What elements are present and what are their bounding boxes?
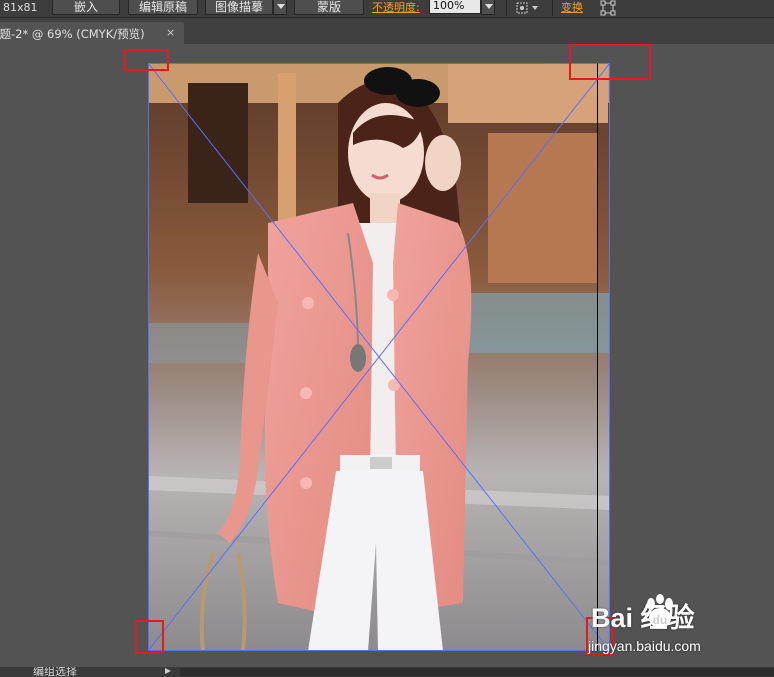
close-icon[interactable]: ×: [166, 26, 175, 39]
horizontal-scrollbar[interactable]: [180, 668, 774, 676]
baidu-paw-icon: du: [647, 594, 673, 628]
baidu-jingyan-watermark: Bai 经验 du jingyan.baidu.com: [586, 594, 774, 656]
transform-box-icon[interactable]: [600, 0, 616, 16]
svg-text:du: du: [653, 613, 668, 627]
highlight-box-top-right: [569, 44, 651, 80]
dimensions-readout: 81x81: [3, 1, 38, 14]
transform-link[interactable]: 变换: [561, 1, 583, 15]
image-trace-button[interactable]: 图像描摹: [205, 0, 273, 15]
photo-illustration: [148, 63, 610, 651]
highlight-box-top-left: [124, 49, 169, 71]
opacity-label[interactable]: 不透明度:: [372, 1, 420, 15]
status-tool-label: 编组选择: [33, 667, 77, 677]
status-bar: 编组选择: [0, 667, 774, 677]
mask-button[interactable]: 蒙版: [294, 0, 364, 15]
opacity-input[interactable]: 100%: [429, 0, 481, 14]
align-options-icon[interactable]: [514, 0, 542, 16]
document-tab-bar: 标题-2* @ 69% (CMYK/预览) ×: [0, 18, 774, 44]
placed-image[interactable]: [148, 63, 610, 651]
control-bar: 81x81 嵌入 编辑原稿 图像描摹 蒙版 不透明度: 100% 变换: [0, 0, 774, 18]
vertical-guide-line: [597, 63, 598, 651]
document-tab-title: 标题-2* @ 69% (CMYK/预览): [0, 27, 145, 41]
divider: [552, 0, 553, 16]
embed-button[interactable]: 嵌入: [52, 0, 120, 15]
document-tab[interactable]: 标题-2* @ 69% (CMYK/预览) ×: [0, 22, 184, 44]
divider: [506, 0, 507, 16]
opacity-dropdown[interactable]: [481, 0, 495, 15]
watermark-url: jingyan.baidu.com: [588, 638, 701, 654]
image-trace-dropdown[interactable]: [273, 0, 287, 15]
status-menu-arrow-icon[interactable]: [164, 666, 172, 676]
highlight-box-bottom-left: [135, 620, 164, 654]
edit-original-button[interactable]: 编辑原稿: [128, 0, 198, 15]
